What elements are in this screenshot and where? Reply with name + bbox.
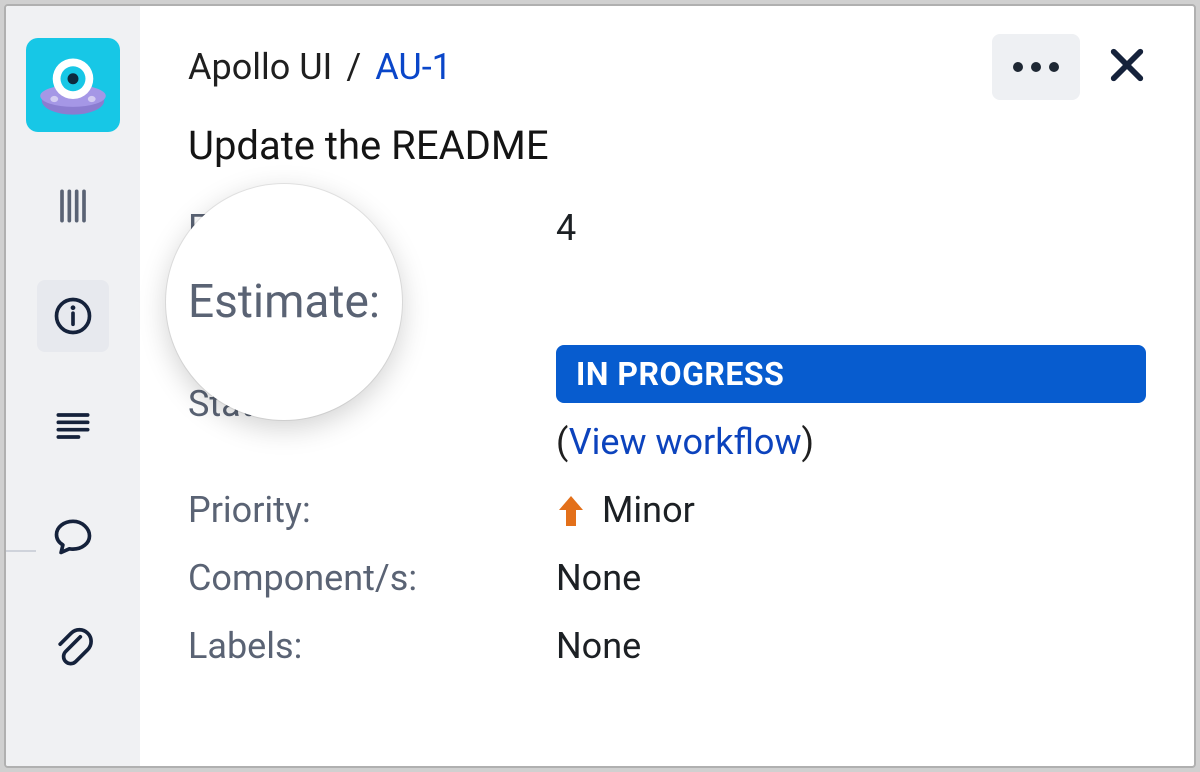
status-label: Status: — [188, 383, 556, 425]
paperclip-icon — [51, 624, 95, 668]
breadcrumb-project[interactable]: Apollo UI — [188, 46, 332, 88]
sidebar-grip[interactable] — [37, 170, 109, 242]
header-actions — [992, 34, 1146, 100]
view-workflow-link[interactable]: View workflow — [569, 421, 802, 463]
status-cell: IN PROGRESS (View workflow) — [556, 345, 1146, 463]
labels-label: Labels: — [188, 625, 556, 667]
more-actions-button[interactable] — [992, 34, 1080, 100]
components-label: Component/s: — [188, 557, 556, 599]
breadcrumb: Apollo UI / AU-1 — [188, 46, 452, 88]
align-left-icon — [51, 404, 95, 448]
breadcrumb-separator: / — [346, 46, 361, 88]
grip-vertical-icon — [51, 184, 95, 228]
sidebar-info[interactable] — [37, 280, 109, 352]
priority-value: Minor — [602, 489, 695, 531]
paren-close: ) — [802, 421, 815, 463]
paren-open: ( — [556, 421, 569, 463]
more-dots-icon — [1031, 62, 1041, 72]
close-button[interactable] — [1108, 46, 1146, 88]
more-dots-icon — [1013, 62, 1023, 72]
speech-bubble-icon — [51, 514, 95, 558]
issue-panel: Apollo UI / AU-1 — [4, 4, 1196, 768]
more-dots-icon — [1049, 62, 1059, 72]
priority-cell[interactable]: Minor — [556, 489, 1146, 531]
arrow-up-icon — [556, 492, 586, 528]
breadcrumb-issue-key[interactable]: AU-1 — [375, 46, 452, 88]
sidebar — [6, 6, 140, 766]
estimate-label: Estimate: — [188, 207, 556, 249]
details-grid: Estimate: 4 Details Status: IN PROGRESS … — [188, 207, 1146, 667]
issue-header: Apollo UI / AU-1 — [188, 34, 1146, 100]
priority-label: Priority: — [188, 489, 556, 531]
sidebar-divider — [4, 550, 36, 552]
info-circle-icon — [51, 294, 95, 338]
sidebar-description[interactable] — [37, 390, 109, 462]
labels-value[interactable]: None — [556, 625, 1146, 667]
content-area: Apollo UI / AU-1 — [140, 6, 1194, 766]
project-avatar[interactable] — [26, 38, 120, 132]
sidebar-comments[interactable] — [37, 500, 109, 572]
alien-ufo-icon — [34, 46, 112, 124]
components-value[interactable]: None — [556, 557, 1146, 599]
workflow-line: (View workflow) — [556, 421, 1146, 463]
sidebar-attachments[interactable] — [37, 610, 109, 682]
issue-title[interactable]: Update the README — [188, 122, 1146, 169]
details-heading: Details — [188, 275, 1146, 319]
status-badge[interactable]: IN PROGRESS — [556, 345, 1146, 403]
estimate-value[interactable]: 4 — [556, 207, 1146, 249]
close-x-icon — [1108, 46, 1146, 84]
